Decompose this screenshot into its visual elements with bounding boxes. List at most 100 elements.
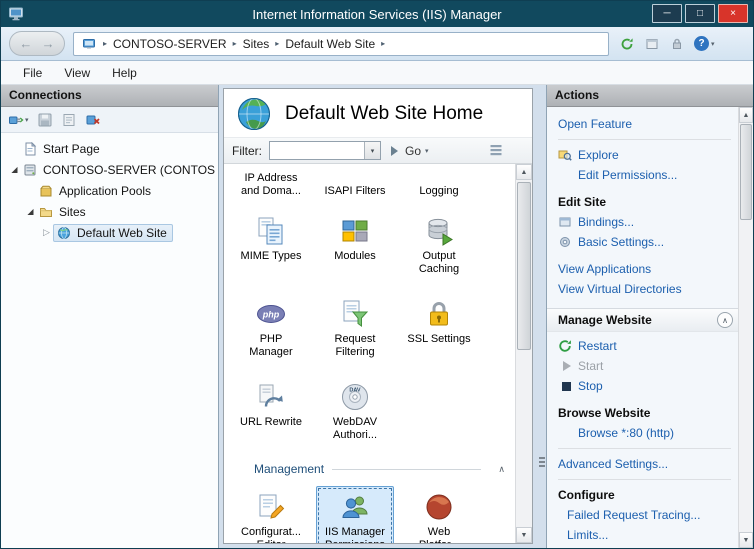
action-start[interactable]: Start [558,356,731,376]
features-scrollbar[interactable]: ▲ ▼ [515,164,532,543]
feature-url-rewrite[interactable]: URL Rewrite [232,376,310,446]
chevron-up-icon[interactable]: ∧ [717,312,733,328]
maximize-icon: □ [697,8,703,19]
go-button[interactable]: Go [405,144,421,158]
action-failed-request-tracing[interactable]: Failed Request Tracing... [558,505,731,525]
chevron-down-icon[interactable]: ▾ [425,147,429,155]
feature-logging[interactable]: Logging [400,172,478,198]
chevron-down-icon[interactable]: ▾ [364,142,380,159]
breadcrumb-item-server[interactable]: CONTOSO-SERVER [113,37,227,51]
tree-expanded-icon[interactable]: ◢ [8,165,21,174]
save-connections-button[interactable] [37,111,53,129]
scroll-down-button[interactable]: ▼ [739,532,753,548]
feature-request-filtering[interactable]: Request Filtering [316,293,394,363]
actions-scrollbar[interactable]: ▲ ▼ [738,107,753,548]
action-stop[interactable]: Stop [558,376,731,396]
breadcrumb-separator-icon: ▸ [275,39,279,48]
refresh-connection-button[interactable] [61,111,77,129]
filter-input[interactable]: ▾ [269,141,381,160]
web-platform-icon [423,491,455,523]
back-button[interactable]: ← [19,37,32,50]
maximize-button[interactable]: □ [685,4,715,23]
feature-mime-types[interactable]: MIME Types [232,210,310,280]
feature-iis-manager-permissions[interactable]: IIS Manager Permissions [316,486,394,543]
scrollbar-thumb[interactable] [517,182,531,350]
actions-list: Open Feature Explore Edit Permissions...… [547,107,753,548]
action-browse-http[interactable]: Browse *:80 (http) [558,423,731,443]
menu-help[interactable]: Help [102,63,147,83]
globe-icon [236,96,272,132]
actions-header: Actions [547,85,753,107]
action-basic-settings[interactable]: Basic Settings... [558,232,731,252]
tree-item-sites[interactable]: ◢ Sites [1,201,218,222]
action-bindings[interactable]: Bindings... [558,212,731,232]
action-explore[interactable]: Explore [558,145,731,165]
tree-item-application-pools[interactable]: Application Pools [1,180,218,201]
view-mode-icon[interactable] [489,143,504,158]
folder-icon [39,205,54,219]
divider [558,479,731,480]
splitter-grip-icon[interactable] [539,457,545,459]
forward-button[interactable]: → [42,37,55,50]
window-icon[interactable] [644,36,660,52]
start-icon [558,359,572,373]
menu-file[interactable]: File [13,63,52,83]
feature-web-platform-installer[interactable]: Web Platfor... [400,486,478,543]
action-view-virtual-directories[interactable]: View Virtual Directories [558,279,731,299]
tree-collapsed-icon[interactable]: ▷ [40,227,53,238]
minimize-button[interactable]: ─ [652,4,682,23]
chevron-up-icon[interactable]: ∧ [498,464,505,475]
configuration-editor-icon [255,491,287,523]
feature-ip-address-domain[interactable]: IP Address and Doma... [232,172,310,198]
action-open-feature[interactable]: Open Feature [558,114,731,134]
divider [558,139,731,140]
connections-toolbar: ▾ [1,107,218,133]
breadcrumb-separator-icon: ▸ [233,39,237,48]
tree-item-start-page[interactable]: Start Page [1,138,218,159]
action-restart[interactable]: Restart [558,336,731,356]
tree-selection[interactable]: Default Web Site [53,224,173,242]
breadcrumb-item-sites[interactable]: Sites [243,37,270,51]
action-limits[interactable]: Limits... [558,525,731,545]
close-button[interactable]: × [718,4,748,23]
feature-configuration-editor[interactable]: Configurat... Editor [232,486,310,543]
tree-label: Default Web Site [76,226,167,240]
action-view-applications[interactable]: View Applications [558,259,731,279]
iis-manager-permissions-icon [339,491,371,523]
lock-icon[interactable] [669,36,685,52]
scroll-up-button[interactable]: ▲ [739,107,753,123]
connections-panel: Connections ▾ [1,85,219,548]
tree-item-default-web-site[interactable]: ▷ Default Web Site [1,222,218,243]
scroll-down-button[interactable]: ▼ [516,527,532,543]
help-button[interactable]: ? ▾ [694,36,715,51]
action-advanced-settings[interactable]: Advanced Settings... [558,454,731,474]
panel-splitter[interactable] [538,85,546,548]
go-arrow-icon [391,146,398,156]
ssl-settings-icon [423,298,455,330]
actions-group-edit-site: Edit Site [558,192,731,212]
site-icon [81,36,97,52]
feature-view: Default Web Site Home Filter: ▾ Go ▾ [219,85,538,548]
tree-expanded-icon[interactable]: ◢ [24,207,37,216]
history-buttons: ← → [9,31,65,56]
new-connection-button[interactable]: ▾ [8,111,29,129]
feature-webdav-authoring[interactable]: DAV WebDAV Authori... [316,376,394,446]
action-edit-permissions[interactable]: Edit Permissions... [558,165,731,185]
feature-isapi-filters[interactable]: ISAPI Filters [316,172,394,198]
scrollbar-thumb[interactable] [740,124,752,220]
feature-ssl-settings[interactable]: SSL Settings [400,293,478,363]
feature-output-caching[interactable]: Output Caching [400,210,478,280]
tree-item-server[interactable]: ◢ CONTOSO-SERVER (CONTOS [1,159,218,180]
refresh-icon[interactable] [619,36,635,52]
feature-modules[interactable]: Modules [316,210,394,280]
management-group-header: Management ∧ [254,462,506,476]
feature-php-manager[interactable]: php PHP Manager [232,293,310,363]
menu-view[interactable]: View [54,63,100,83]
breadcrumb-separator-icon: ▸ [381,39,385,48]
breadcrumb-item-default-web-site[interactable]: Default Web Site [285,37,375,51]
breadcrumb[interactable]: ▸ CONTOSO-SERVER ▸ Sites ▸ Default Web S… [73,32,609,56]
navbar-tools: ? ▾ [619,36,715,52]
scroll-up-button[interactable]: ▲ [516,164,532,180]
delete-connection-button[interactable] [85,111,101,129]
management-grid: Configurat... Editor IIS Manager Permiss… [232,486,508,543]
